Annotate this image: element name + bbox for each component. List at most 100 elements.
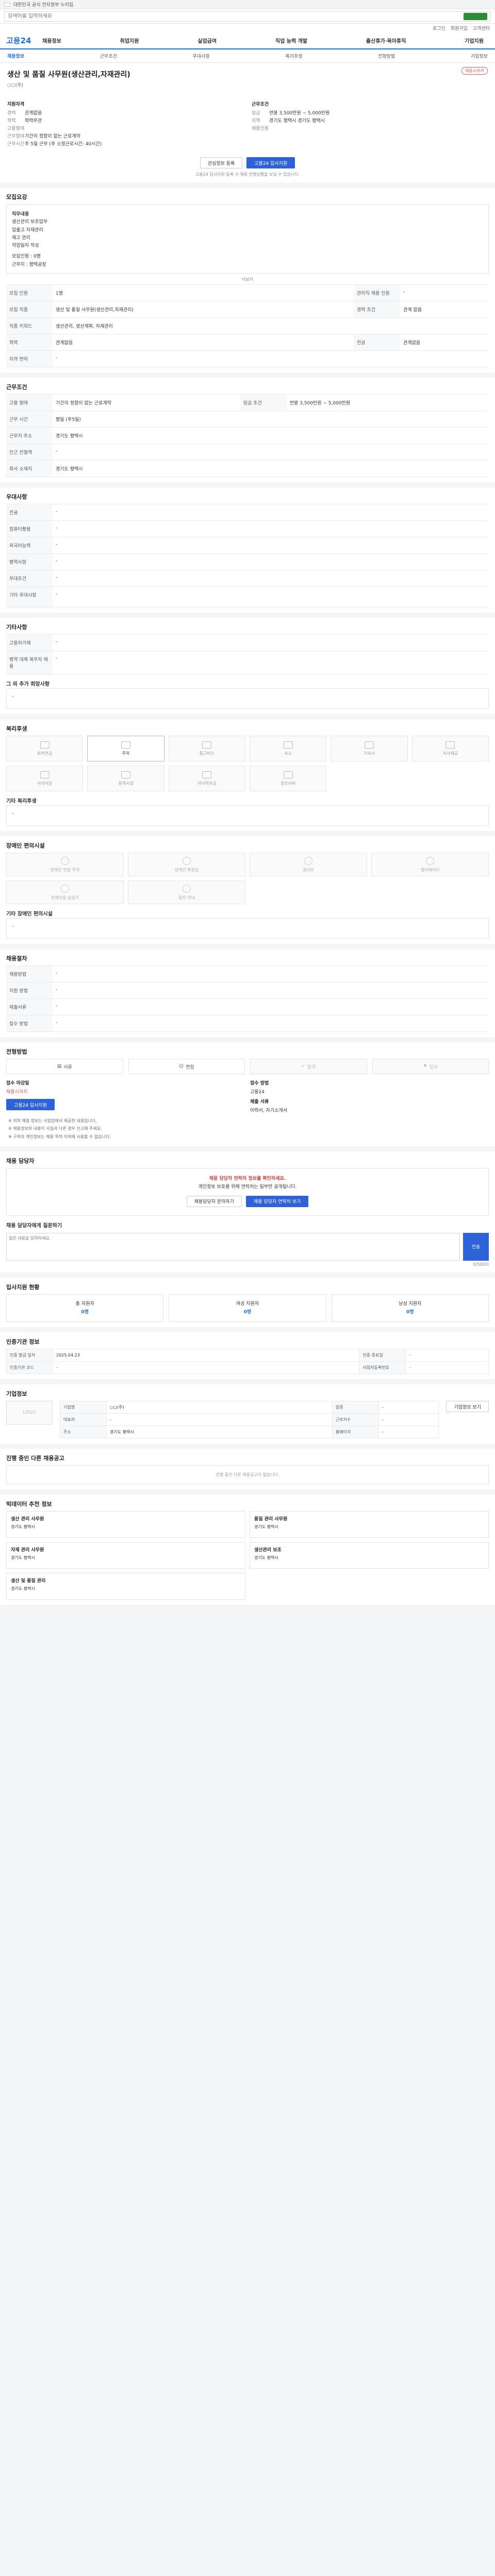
company-logo: LOGO bbox=[6, 1401, 53, 1425]
detail-tabs: 채용정보 근무조건 우대사항 복리후생 전형방법 기업정보 bbox=[0, 49, 495, 63]
disability-item: 장애인 전용 주차 bbox=[6, 853, 124, 877]
table-row: 대표자 - 근로자수 - bbox=[60, 1413, 439, 1426]
step-pass: ✓ 합격 bbox=[250, 1059, 367, 1075]
gnb-item-support[interactable]: 취업지원 bbox=[120, 37, 139, 44]
gov-banner: 대한민국 공식 전자정부 누리집 bbox=[0, 0, 495, 9]
recommend-card[interactable]: 품질 관리 사무원 경기도 평택시 bbox=[250, 1511, 489, 1538]
tab-selection[interactable]: 전형방법 bbox=[378, 53, 395, 59]
search-input[interactable] bbox=[8, 13, 459, 19]
gnb-item-company[interactable]: 기업지원 bbox=[465, 37, 484, 44]
table-row: 직종 키워드 생산관리, 생산계획, 자재관리 bbox=[6, 317, 489, 334]
step-document: ▤ 서류 bbox=[6, 1059, 123, 1075]
table-row: 채용방법 - bbox=[6, 965, 489, 982]
recommend-card[interactable]: 생산 및 품질 관리 경기도 평택시 bbox=[6, 1573, 245, 1600]
scrap-button[interactable]: 관심정보 등록 bbox=[200, 157, 243, 168]
tab-welfare[interactable]: 복리후생 bbox=[285, 53, 302, 59]
welfare-icon bbox=[40, 741, 50, 749]
facility-icon bbox=[183, 884, 191, 893]
welfare-grid: 퇴직연금 주차 통근버스 숙소 기숙사 식사제공 사내식당 휴게시설 자녀학자금 경조사비 bbox=[6, 736, 489, 792]
question-input[interactable] bbox=[6, 1232, 460, 1261]
step-join: ⚑ 입사 bbox=[372, 1059, 489, 1075]
contact-section: 채용 담당자 채용 담당자 연락처 정보를 확인하세요. 개인정보 보호를 위해… bbox=[0, 1151, 495, 1273]
signup-link[interactable]: 회원가입 bbox=[451, 25, 468, 31]
table-row: 근무 시간 평일 (주5일) bbox=[6, 411, 489, 428]
gnb-item-jobs[interactable]: 채용정보 bbox=[42, 37, 61, 44]
action-buttons: 관심정보 등록 고용24 입사지원 bbox=[0, 153, 495, 171]
table-row: 기타 우대사항 - bbox=[6, 586, 489, 608]
other-jobs-section: 진행 중인 다른 채용공고 진행 중인 다른 채용공고가 없습니다. bbox=[0, 1449, 495, 1489]
tab-conditions[interactable]: 근무조건 bbox=[100, 53, 117, 59]
preferences-table: 전공 - 컴퓨터활용 - 외국어능력 - 병역사항 - 우대조건 - 기타 우대사항 - bbox=[6, 504, 489, 608]
table-row: 접수 방법 - bbox=[6, 1015, 489, 1032]
site-logo[interactable]: 고용24 bbox=[6, 35, 42, 46]
contact-view-button[interactable]: 채용 담당자 연락처 보기 bbox=[246, 1195, 309, 1207]
welfare-icon bbox=[121, 741, 130, 749]
welfare-icon bbox=[202, 741, 212, 749]
table-row: 모집 인원 1명 관리직 채용 인원 - bbox=[6, 284, 489, 301]
welfare-section: 복리후생 퇴직연금 주차 통근버스 숙소 기숙사 식사제공 사내식당 휴게시설 자녀학자금 경조사… bbox=[0, 719, 495, 832]
selection-steps: ▤ 서류 ☺ 면접 ✓ 합격 ⚑ 입사 bbox=[6, 1059, 489, 1075]
gnb-item-leave[interactable]: 출산휴가·육아휴직 bbox=[366, 37, 406, 44]
welfare-item: 자녀학자금 bbox=[168, 766, 245, 792]
apply-notice: 고용24 입사지원 등록 시 채용 진행상황을 보실 수 있습니다. bbox=[0, 171, 495, 182]
welfare-item: 경조사비 bbox=[249, 766, 327, 792]
gnb-item-benefits[interactable]: 실업급여 bbox=[197, 37, 217, 44]
welfare-item: 통근버스 bbox=[168, 736, 245, 762]
table-row: 인증기관 코드 - 사업자등록번호 - bbox=[6, 1361, 489, 1374]
table-row: 주소 경기도 평택시 홈페이지 - bbox=[60, 1426, 439, 1438]
document-icon: ▤ bbox=[57, 1064, 62, 1070]
summary-conditions: 근무조건 임금 연봉 3,500만원 ~ 5,000만원 지역 경기도 평택시 경기… bbox=[252, 97, 488, 148]
reginfo-section: 인증기관 정보 인증 발급 일자 2025.04.23 인증 종료일 - 인증기관 코… bbox=[0, 1332, 495, 1379]
facility-icon bbox=[183, 856, 191, 865]
table-row: 근무지 주소 경기도 평택시 bbox=[6, 427, 489, 444]
login-link[interactable]: 로그인 bbox=[433, 25, 446, 31]
disability-item: 장애인용 승강기 bbox=[6, 880, 124, 905]
tab-jobinfo[interactable]: 채용정보 bbox=[7, 53, 24, 59]
recommend-card[interactable]: 생산관리 보조 경기도 평택시 bbox=[250, 1542, 489, 1569]
tab-preferences[interactable]: 우대사항 bbox=[193, 53, 210, 59]
table-row: 고용 형태 기간의 정함이 없는 근로계약 임금 조건 연봉 3,500만원 ~ 5,… bbox=[6, 394, 489, 411]
more-button[interactable]: 더보기 bbox=[6, 274, 489, 282]
reginfo-table: 인증 발급 일자 2025.04.23 인증 종료일 - 인증기관 코드 - 사업자등록번… bbox=[6, 1349, 489, 1374]
conditions-section: 근무조건 고용 형태 기간의 정함이 없는 근로계약 임금 조건 연봉 3,500만원… bbox=[0, 378, 495, 483]
page: 대한민국 공식 전자정부 누리집 로그인 회원가입 고객센터 고용24 채용정보… bbox=[0, 0, 495, 1605]
company-info-button[interactable]: 기업정보 보기 bbox=[446, 1401, 489, 1412]
tab-company[interactable]: 기업정보 bbox=[471, 53, 488, 59]
table-row: 제출서류 - bbox=[6, 998, 489, 1015]
global-nav: 고용24 채용정보 취업지원 실업급여 직업 능력 개발 출산휴가·육아휴직 기… bbox=[0, 32, 495, 49]
company-name: ○○(주) bbox=[7, 83, 24, 88]
search-bar bbox=[0, 9, 495, 24]
help-link[interactable]: 고객센터 bbox=[473, 25, 490, 31]
contact-inquiry-button[interactable]: 채용담당자 문의하기 bbox=[186, 1195, 242, 1207]
apply-button-bottom[interactable]: 고용24 입사지원 bbox=[6, 1099, 55, 1111]
gnb-item-training[interactable]: 직업 능력 개발 bbox=[275, 37, 307, 44]
table-row: 지원 방법 - bbox=[6, 982, 489, 999]
welfare-item: 기숙사 bbox=[331, 736, 408, 762]
preferences-section: 우대사항 전공 - 컴퓨터활용 - 외국어능력 - 병역사항 - 우대조건 - 기타 우대… bbox=[0, 487, 495, 613]
table-row: 외국어능력 - bbox=[6, 537, 489, 554]
send-button[interactable]: 전송 bbox=[463, 1232, 489, 1261]
facility-icon bbox=[61, 856, 69, 865]
summary-row: 근무시간 주 5일 근무 (주 소정근로시간: 40시간) bbox=[7, 142, 102, 147]
search-button[interactable] bbox=[464, 12, 487, 20]
overview-box: 직무내용 생산관리 보조업무 입출고 자재관리 재고 관리 작업일지 작성 모집… bbox=[6, 204, 489, 274]
welfare-item: 숙소 bbox=[249, 736, 327, 762]
apply-button[interactable]: 고용24 입사지원 bbox=[246, 157, 295, 168]
welfare-item: 식사제공 bbox=[411, 736, 489, 762]
welfare-icon bbox=[446, 741, 455, 749]
disability-item: 점자 안내 bbox=[128, 880, 245, 905]
disability-item: 엘리베이터 bbox=[371, 853, 489, 877]
process-table: 채용방법 - 지원 방법 - 제출서류 - 접수 방법 - bbox=[6, 965, 489, 1032]
stat-male: 남성 지원자 0명 bbox=[331, 1294, 489, 1322]
recommend-card[interactable]: 자재 관리 사무원 경기도 평택시 bbox=[6, 1542, 245, 1569]
extra-box: - bbox=[6, 688, 489, 709]
welfare-icon bbox=[364, 741, 374, 749]
table-row: 전공 - bbox=[6, 504, 489, 521]
table-row: 병역 대체 복무자 채용 - bbox=[6, 651, 489, 675]
disability-item: 장애인 화장실 bbox=[128, 853, 245, 877]
welfare-icon bbox=[283, 771, 293, 778]
recommend-card[interactable]: 생산 관리 사무원 경기도 평택시 bbox=[6, 1511, 245, 1538]
table-row: 고용허가제 - bbox=[6, 634, 489, 651]
disability-item: 경사로 bbox=[250, 853, 367, 877]
deadline-badge: 채용시까지 bbox=[461, 67, 488, 75]
